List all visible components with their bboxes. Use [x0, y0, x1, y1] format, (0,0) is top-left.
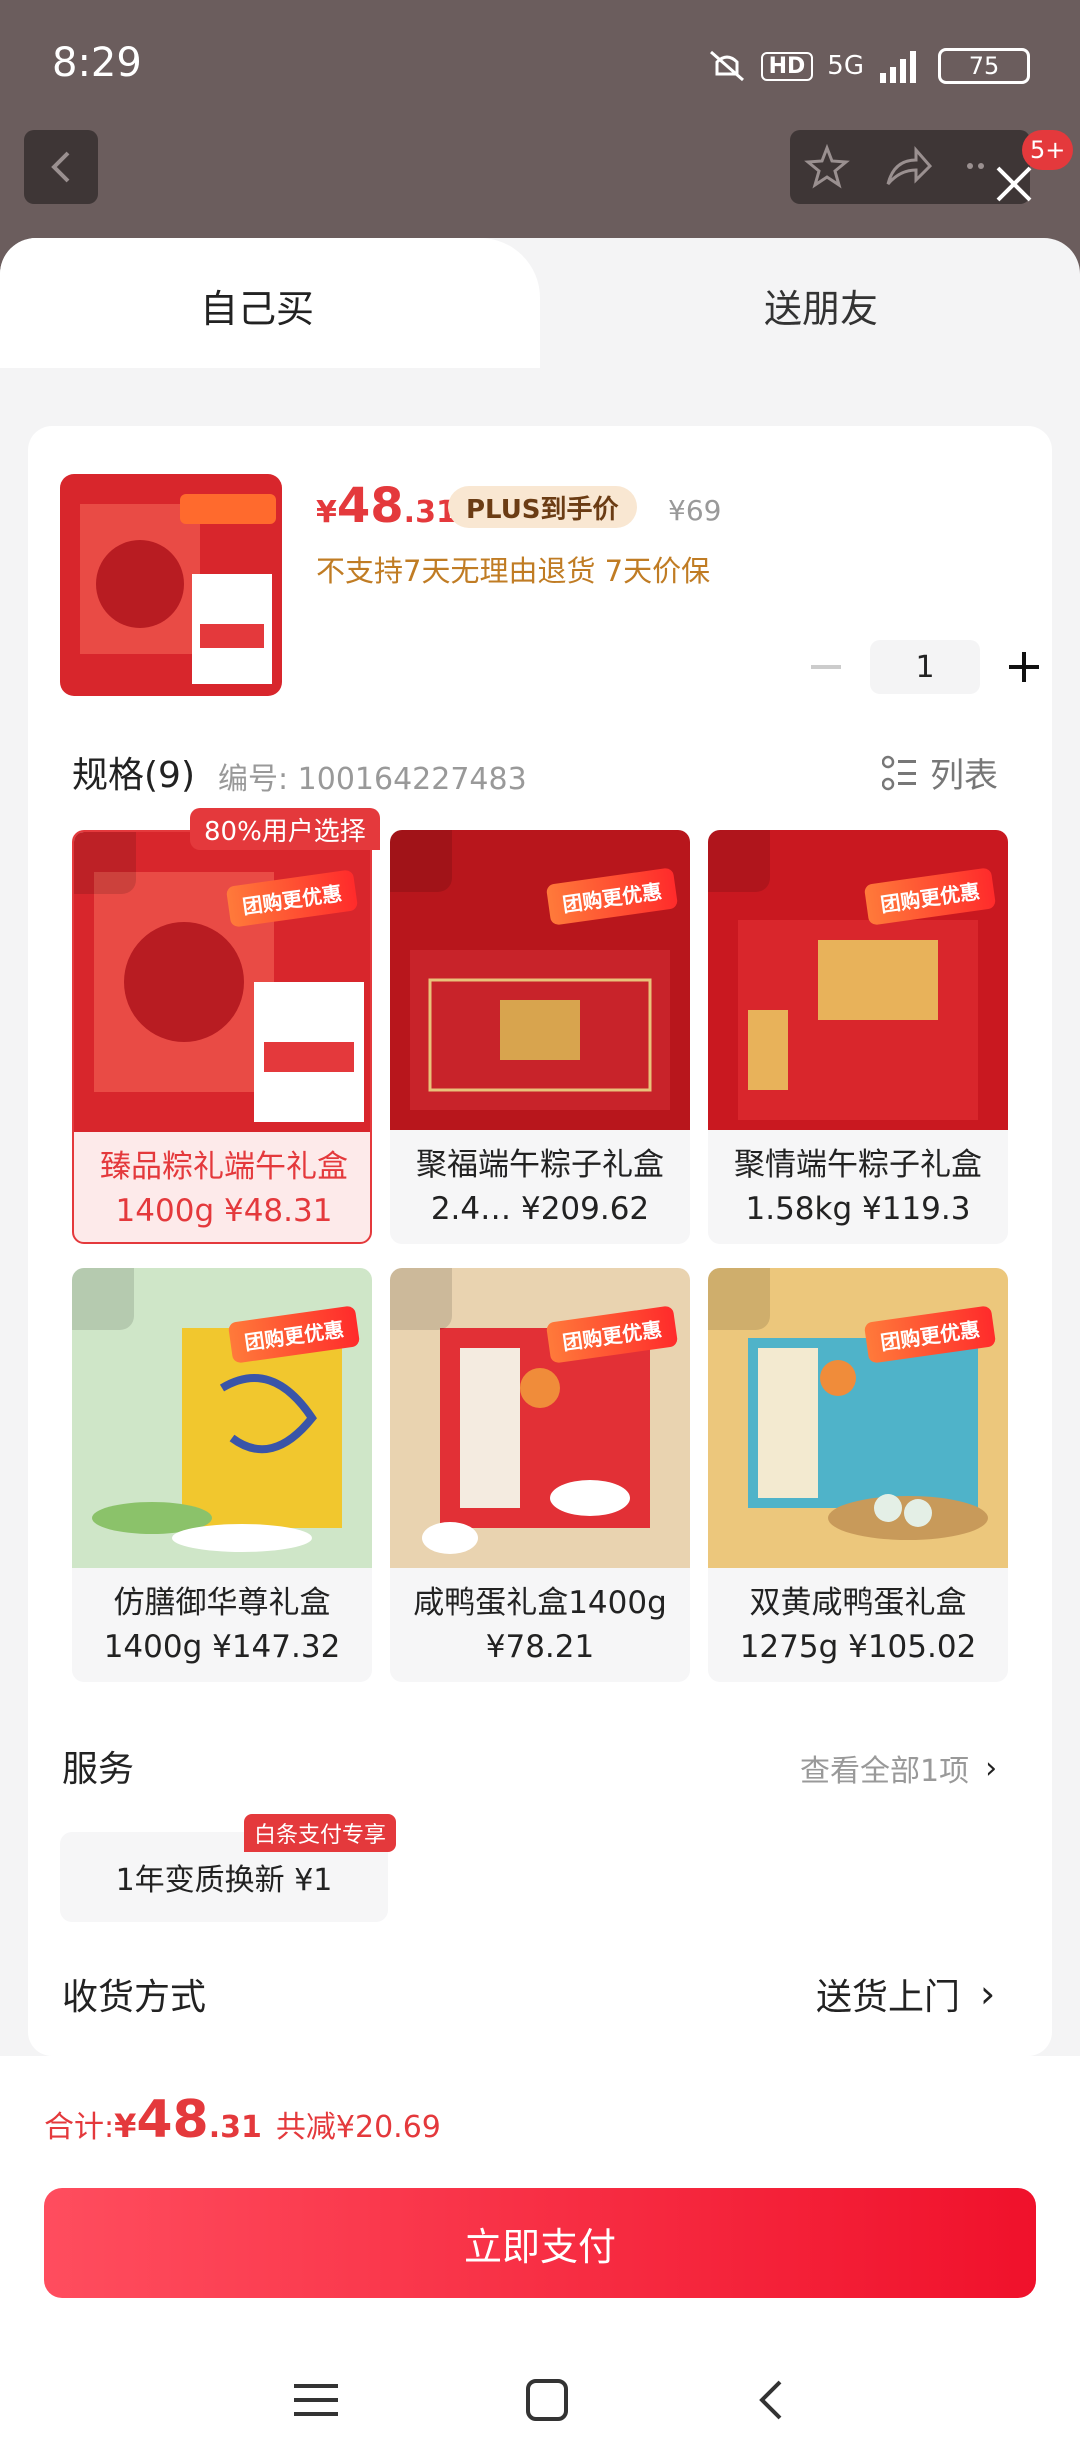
- spec-name: 聚福端午粽子礼盒: [416, 1147, 664, 1183]
- minus-icon: [811, 665, 841, 669]
- spec-caption: 聚情端午粽子礼盒 1.58kg ¥119.3: [708, 1130, 1008, 1244]
- spec-title: 规格(9): [72, 755, 195, 796]
- spec-caption: 双黄咸鸭蛋礼盒 1275g ¥105.02: [708, 1568, 1008, 1682]
- total-price: 合计: ¥ 48 .31 共减¥20.69: [44, 2090, 441, 2150]
- expand-icon[interactable]: [390, 1268, 452, 1330]
- spec-option-6[interactable]: 团购更优惠 双黄咸鸭蛋礼盒 1275g ¥105.02: [708, 1268, 1008, 1682]
- spec-option-1[interactable]: 团购更优惠 臻品粽礼端午礼盒 1400g ¥48.31: [72, 830, 372, 1244]
- spec-option-3[interactable]: 团购更优惠 聚情端午粽子礼盒 1.58kg ¥119.3: [708, 830, 1008, 1244]
- original-price: ¥69: [668, 494, 722, 527]
- total-discount: 共减¥20.69: [275, 2110, 441, 2145]
- spec-name: 臻品粽礼端午礼盒: [100, 1149, 348, 1185]
- selected-badge: 80%用户选择: [190, 808, 380, 850]
- qty-plus-button[interactable]: [1004, 647, 1044, 687]
- home-icon[interactable]: [525, 2378, 569, 2422]
- battery-icon: 75: [938, 48, 1030, 84]
- spec-name: 咸鸭蛋礼盒1400g: [413, 1585, 667, 1621]
- product-price: ¥ 48 .31: [316, 478, 457, 534]
- service-badge: 白条支付专享: [244, 1814, 397, 1852]
- top-bar: 5+: [0, 130, 1080, 240]
- spec-option-2[interactable]: 团购更优惠 聚福端午粽子礼盒 2.4… ¥209.62: [390, 830, 690, 1244]
- service-more-label: 查看全部1项: [800, 1754, 970, 1789]
- chevron-right-icon: ›: [985, 1750, 998, 1786]
- quantity-stepper: 1: [806, 640, 1044, 694]
- expand-icon[interactable]: [74, 832, 136, 894]
- spec-name: 仿膳御华尊礼盒: [113, 1585, 331, 1621]
- chevron-right-icon: ›: [980, 1972, 996, 2016]
- status-time: 8:29: [52, 40, 142, 86]
- expand-icon[interactable]: [708, 830, 770, 892]
- shipping-value: 送货上门: [816, 1977, 961, 2018]
- price-symbol: ¥: [316, 495, 337, 530]
- total-symbol: ¥: [114, 2107, 137, 2145]
- status-icons: HD 5G 75: [707, 48, 1030, 84]
- share-icon[interactable]: [884, 144, 934, 190]
- plus-price-tag: PLUS到手价: [448, 486, 637, 528]
- service-more-link[interactable]: 查看全部1项 ›: [800, 1746, 997, 1790]
- qty-value[interactable]: 1: [870, 640, 980, 694]
- system-nav-bar: [0, 2340, 1080, 2460]
- star-icon[interactable]: [804, 144, 850, 190]
- hd-icon: HD: [760, 51, 814, 81]
- total-label: 合计:: [44, 2110, 115, 2145]
- spec-option-4[interactable]: 团购更优惠 仿膳御华尊礼盒 1400g ¥147.32: [72, 1268, 372, 1682]
- menu-icon[interactable]: [293, 2382, 338, 2418]
- list-icon: [882, 755, 916, 790]
- spec-name: 聚情端午粽子礼盒: [734, 1147, 982, 1183]
- spec-price: 1400g ¥48.31: [115, 1193, 333, 1229]
- price-integer: 48: [336, 478, 404, 534]
- close-icon[interactable]: [990, 160, 1038, 208]
- network-label: 5G: [827, 51, 864, 81]
- spec-name: 双黄咸鸭蛋礼盒: [749, 1585, 967, 1621]
- tab-self-label: 自己买: [200, 287, 315, 331]
- spec-code: 编号: 100164227483: [218, 762, 527, 797]
- pay-now-button[interactable]: 立即支付: [44, 2188, 1036, 2298]
- spec-option-5[interactable]: 团购更优惠 咸鸭蛋礼盒1400g ¥78.21: [390, 1268, 690, 1682]
- back-button[interactable]: [24, 130, 98, 204]
- product-thumbnail[interactable]: [60, 474, 282, 696]
- spec-price: 2.4… ¥209.62: [430, 1191, 650, 1227]
- return-notice: 不支持7天无理由退货 7天价保: [316, 554, 711, 588]
- qty-minus-button[interactable]: [806, 647, 846, 687]
- spec-price: 1400g ¥147.32: [103, 1629, 341, 1665]
- spec-caption: 臻品粽礼端午礼盒 1400g ¥48.31: [74, 1132, 370, 1242]
- shipping-method[interactable]: 送货上门 ›: [816, 1968, 995, 2020]
- shipping-title: 收货方式: [62, 1977, 207, 2018]
- spec-price: 1.58kg ¥119.3: [745, 1191, 971, 1227]
- total-integer: 48: [136, 2090, 209, 2150]
- spec-caption: 咸鸭蛋礼盒1400g ¥78.21: [390, 1568, 690, 1682]
- back-nav-icon[interactable]: [756, 2378, 786, 2422]
- battery-level: 75: [968, 52, 1000, 80]
- gift-box-image: [60, 474, 282, 696]
- spec-price: ¥78.21: [485, 1629, 595, 1665]
- expand-icon[interactable]: [72, 1268, 134, 1330]
- spec-price: 1275g ¥105.02: [739, 1629, 977, 1665]
- spec-caption: 仿膳御华尊礼盒 1400g ¥147.32: [72, 1568, 372, 1682]
- chevron-left-icon: [51, 151, 70, 183]
- mute-icon: [709, 50, 744, 82]
- plus-icon: [1009, 652, 1039, 682]
- list-view-label: 列表: [930, 756, 998, 796]
- spec-caption: 聚福端午粽子礼盒 2.4… ¥209.62: [390, 1130, 690, 1244]
- expand-icon[interactable]: [390, 830, 452, 892]
- status-bar: 8:29 HD 5G 75: [0, 0, 1080, 130]
- tab-send-friend[interactable]: 送朋友: [764, 278, 878, 333]
- signal-icon: [880, 51, 916, 83]
- list-view-toggle[interactable]: 列表: [882, 748, 998, 797]
- total-decimal: .31: [208, 2110, 262, 2145]
- expand-icon[interactable]: [708, 1268, 770, 1330]
- service-title: 服务: [62, 1749, 135, 1790]
